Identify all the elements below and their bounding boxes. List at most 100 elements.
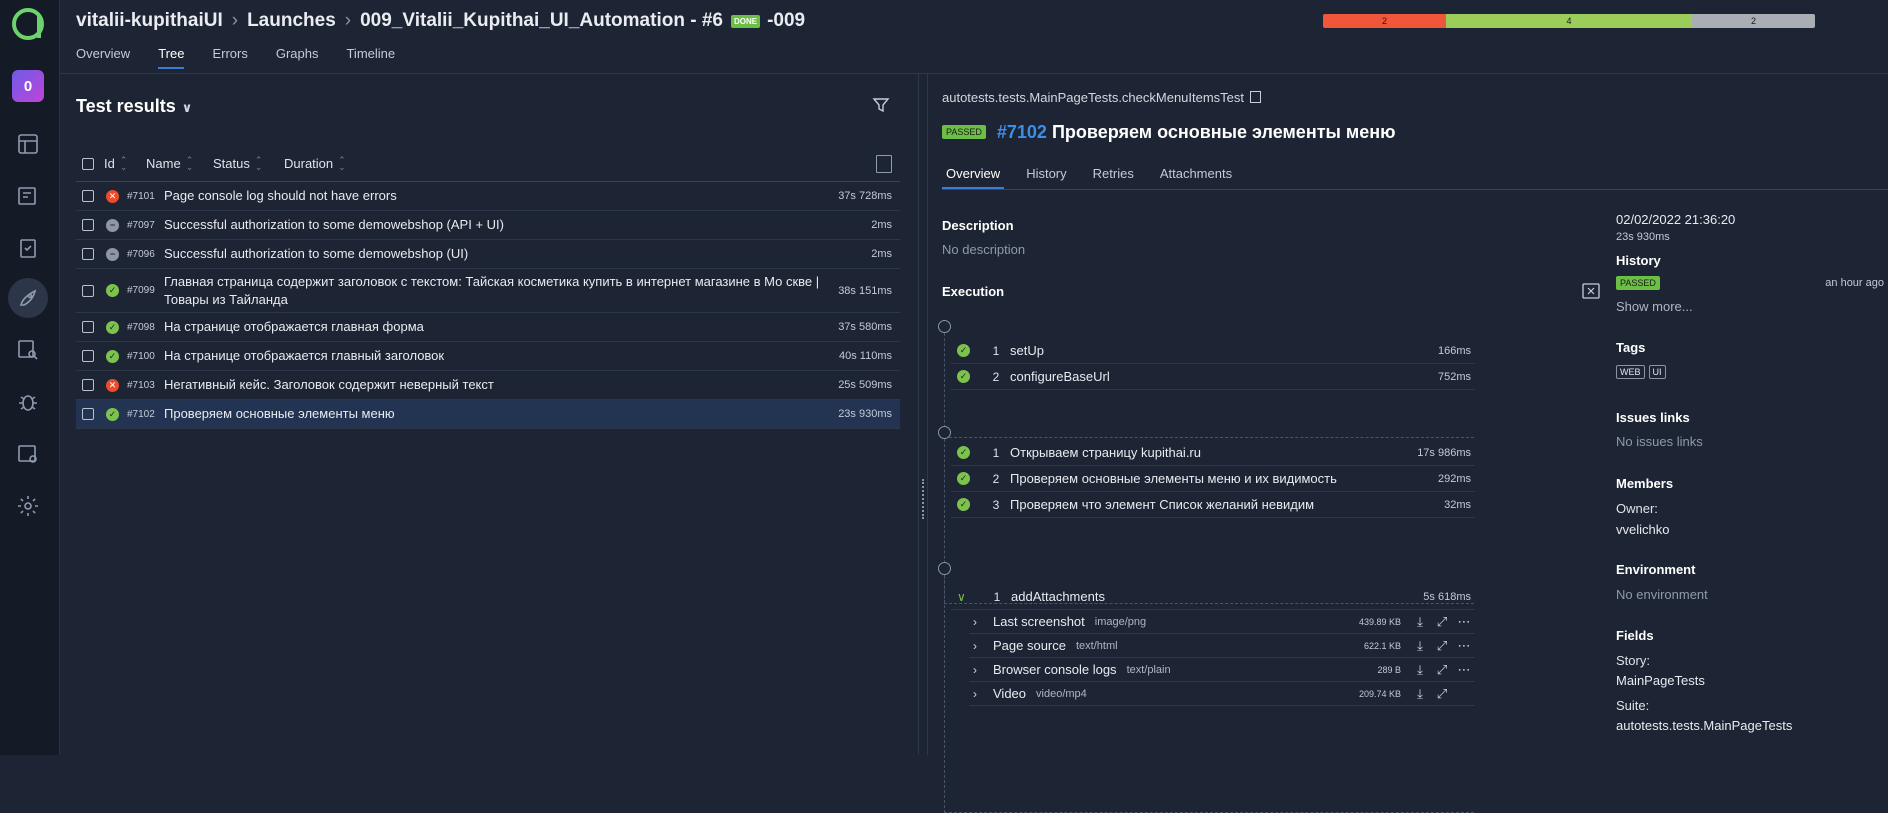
download-icon[interactable]: ⤓	[1409, 614, 1431, 630]
analytics-icon[interactable]	[8, 330, 48, 370]
test-path-text: autotests.tests.MainPageTests.checkMenuI…	[942, 90, 1245, 105]
row-checkbox[interactable]	[82, 248, 94, 260]
columns-settings-icon[interactable]	[876, 154, 892, 173]
members-heading: Members	[1616, 476, 1674, 491]
test-cases-icon[interactable]	[8, 176, 48, 216]
more-dots-icon[interactable]: ⋯	[1453, 638, 1475, 654]
defects-bug-icon[interactable]	[8, 382, 48, 422]
row-checkbox[interactable]	[82, 284, 94, 297]
column-id[interactable]: Id ⌃ ⌄	[104, 155, 146, 171]
show-more-link[interactable]: Show more...	[1616, 299, 1693, 314]
row-name: Главная страница содержит заголовок с те…	[164, 273, 820, 307]
tab-retries[interactable]: Retries	[1089, 166, 1138, 189]
test-plans-icon[interactable]	[8, 228, 48, 268]
table-row[interactable]: − #7096 Successful authorization to some d…	[76, 240, 900, 269]
tab-history[interactable]: History	[1022, 166, 1070, 189]
table-row[interactable]: ✓ #7100 На странице отображается главный з…	[76, 342, 900, 371]
dashboards-icon[interactable]	[8, 124, 48, 164]
attachment-row[interactable]: › Page source text/html 622.1 KB ⤓ ⤢ ⋯	[969, 634, 1475, 658]
execution-step[interactable]: ✓ 3 Проверяем что элемент Список желаний н…	[951, 492, 1475, 518]
launch-tabs: Overview Tree Errors Graphs Timeline	[76, 46, 395, 69]
execution-step[interactable]: ✓ 1 setUp 166ms	[951, 338, 1475, 364]
skipped-minus-icon: −	[106, 247, 119, 261]
expand-icon[interactable]: ⤢	[1431, 638, 1453, 654]
table-row[interactable]: ✓ #7098 На странице отображается главная ф…	[76, 313, 900, 342]
jobs-icon[interactable]	[8, 434, 48, 474]
allure-logo-icon[interactable]	[10, 6, 46, 42]
filter-icon[interactable]	[872, 96, 890, 114]
row-checkbox[interactable]	[82, 321, 94, 333]
row-checkbox[interactable]	[82, 408, 94, 420]
row-checkbox[interactable]	[82, 379, 94, 391]
attachment-row[interactable]: › Browser console logs text/plain 289 B ⤓ ⤢ ⋯	[969, 658, 1475, 682]
attachment-row[interactable]: › Last screenshot image/png 439.89 KB ⤓ ⤢ ⋯	[969, 610, 1475, 634]
row-checkbox[interactable]	[82, 350, 94, 362]
download-icon[interactable]: ⤓	[1409, 662, 1431, 678]
row-duration: 40s 110ms	[839, 350, 892, 362]
column-name-label: Name	[146, 156, 181, 171]
expand-icon[interactable]: ⤢	[1431, 662, 1453, 678]
history-status-badge[interactable]: PASSED	[1616, 276, 1660, 290]
settings-gear-icon[interactable]	[8, 486, 48, 526]
download-icon[interactable]: ⤓	[1409, 686, 1431, 702]
more-dots-icon[interactable]: ⋯	[1453, 662, 1475, 678]
execution-step[interactable]: ✓ 2 Проверяем основные элементы меню и их …	[951, 466, 1475, 492]
chevron-right-icon[interactable]: ›	[973, 639, 993, 653]
column-duration-label: Duration	[284, 156, 334, 171]
chevron-right-icon[interactable]: ›	[973, 687, 993, 701]
row-duration: 23s 930ms	[838, 408, 892, 420]
tab-tree[interactable]: Tree	[158, 46, 185, 69]
tab-overview[interactable]: Overview	[942, 166, 1005, 189]
expand-icon[interactable]: ⤢	[1431, 686, 1453, 702]
environment-heading: Environment	[1616, 562, 1696, 577]
breadcrumb-launches[interactable]: Launches	[247, 10, 336, 32]
sort-icon: ⌃ ⌄	[338, 154, 346, 172]
tab-overview[interactable]: Overview	[76, 46, 130, 69]
row-checkbox[interactable]	[82, 190, 94, 202]
download-icon[interactable]: ⤓	[1409, 638, 1431, 654]
launch-status-badge: DONE	[730, 14, 761, 28]
expand-icon[interactable]: ⤢	[1431, 614, 1453, 630]
table-row[interactable]: ✕ #7103 Негативный кейс. Заголовок содержи…	[76, 371, 900, 400]
test-results-title[interactable]: Test results ∨	[76, 96, 192, 117]
launches-rocket-icon[interactable]	[8, 278, 48, 318]
tab-errors[interactable]: Errors	[212, 46, 247, 69]
top-bar: vitalii-kupithaiUI › Launches › 009_Vita…	[60, 0, 1888, 74]
row-checkbox[interactable]	[82, 219, 94, 231]
table-row[interactable]: ✓ #7102 Проверяем основные элементы меню 23…	[76, 400, 900, 429]
table-row[interactable]: − #7097 Successful authorization to some d…	[76, 211, 900, 240]
skipped-count-segment[interactable]: 2	[1692, 14, 1815, 28]
execution-step[interactable]: ✓ 2 configureBaseUrl 752ms	[951, 364, 1475, 390]
column-status[interactable]: Status ⌃ ⌄	[213, 155, 284, 171]
tag-web[interactable]: WEB	[1616, 365, 1645, 379]
attachment-row[interactable]: › Video video/mp4 209.74 KB ⤓ ⤢	[969, 682, 1475, 706]
table-row[interactable]: ✓ #7099 Главная страница содержит заголово…	[76, 269, 900, 313]
step-number: 2	[992, 471, 1000, 486]
breadcrumb-project[interactable]: vitalii-kupithaiUI	[76, 10, 223, 32]
row-id: #7098	[127, 321, 155, 333]
chevron-down-icon[interactable]: ∨	[957, 590, 971, 604]
pane-resize-handle[interactable]	[918, 74, 928, 755]
table-row[interactable]: ✕ #7101 Page console log should not have e…	[76, 182, 900, 211]
status-progress-bar: 2 4 2	[1323, 14, 1815, 28]
select-all-checkbox[interactable]	[82, 157, 94, 170]
passed-count-segment[interactable]: 4	[1446, 14, 1692, 28]
more-dots-icon[interactable]: ⋯	[1453, 614, 1475, 630]
row-id: #7103	[127, 379, 155, 391]
chevron-right-icon[interactable]: ›	[973, 615, 993, 629]
tab-timeline[interactable]: Timeline	[346, 46, 395, 69]
failed-count-segment[interactable]: 2	[1323, 14, 1446, 28]
teardown-step[interactable]: ∨ 1 addAttachments 5s 618ms	[951, 584, 1475, 610]
expand-all-steps-icon[interactable]	[1582, 282, 1600, 300]
attachment-type: text/plain	[1126, 663, 1171, 676]
column-name[interactable]: Name ⌃ ⌄	[146, 155, 213, 171]
execution-step[interactable]: ✓ 1 Открываем страницу kupithai.ru 17s 986m…	[951, 440, 1475, 466]
project-avatar[interactable]: 0	[12, 70, 44, 102]
copy-icon[interactable]	[1250, 91, 1262, 103]
test-number[interactable]: #7102	[997, 122, 1047, 142]
tab-graphs[interactable]: Graphs	[276, 46, 319, 69]
column-duration[interactable]: Duration ⌃ ⌄	[284, 154, 346, 172]
chevron-right-icon[interactable]: ›	[973, 663, 993, 677]
tab-attachments[interactable]: Attachments	[1156, 166, 1236, 189]
tag-ui[interactable]: UI	[1648, 365, 1666, 379]
